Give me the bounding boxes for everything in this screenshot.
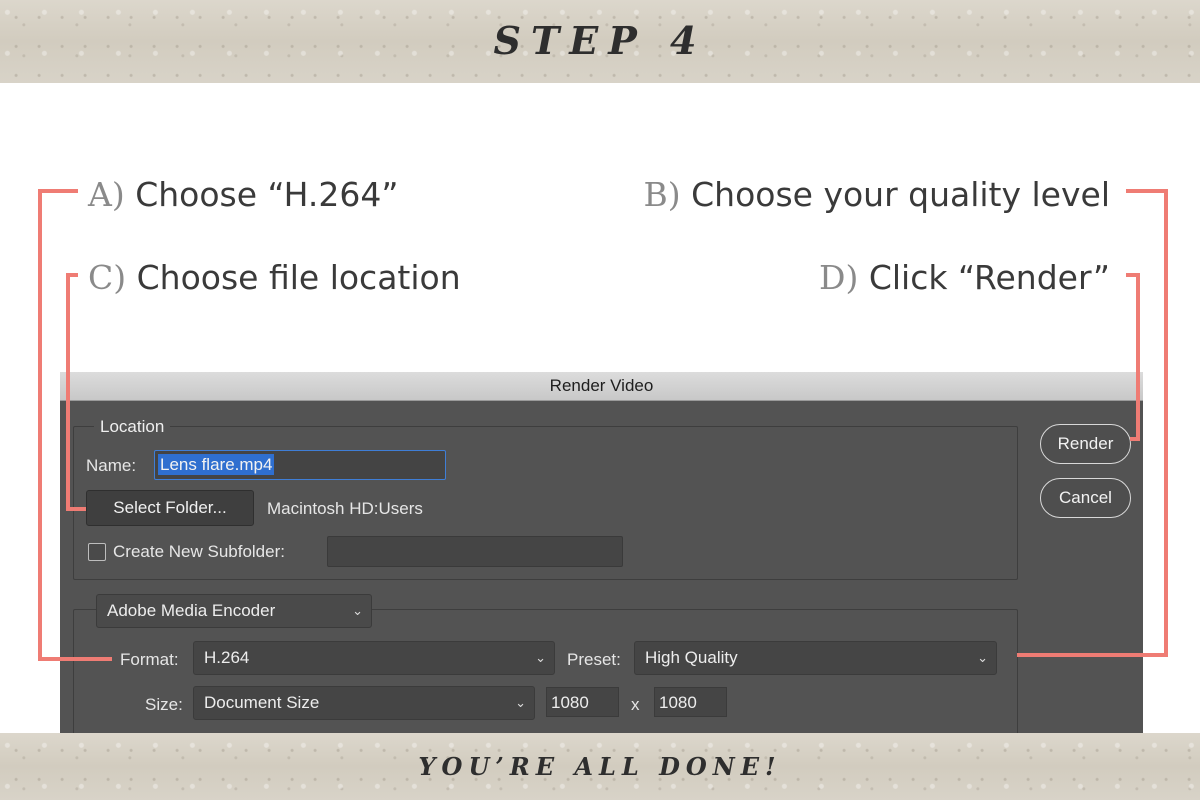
dialog-title: Render Video bbox=[549, 376, 654, 395]
instruction-b-text: Choose your quality level bbox=[691, 175, 1110, 214]
render-button[interactable]: Render bbox=[1040, 424, 1131, 464]
done-text: YOU’RE ALL DONE! bbox=[418, 752, 782, 781]
name-field[interactable]: Lens flare.mp4 bbox=[154, 450, 446, 480]
connector-c-vertical bbox=[66, 273, 70, 511]
chevron-down-icon: ⌄ bbox=[515, 695, 526, 710]
instruction-c-text: Choose file location bbox=[136, 258, 461, 297]
connector-a-bottom bbox=[38, 657, 112, 661]
connector-b-vertical bbox=[1164, 189, 1168, 657]
name-label: Name: bbox=[86, 456, 137, 475]
folder-path: Macintosh HD:Users bbox=[267, 499, 423, 518]
height-field[interactable]: 1080 bbox=[654, 687, 727, 717]
connector-d-bottom bbox=[1130, 437, 1140, 441]
subfolder-field[interactable] bbox=[327, 536, 623, 567]
location-legend: Location bbox=[94, 417, 171, 437]
size-separator: x bbox=[631, 695, 640, 714]
connector-b-bottom bbox=[1017, 653, 1168, 657]
connector-a-vertical bbox=[38, 189, 42, 661]
preset-select[interactable]: High Quality ⌄ bbox=[634, 641, 997, 675]
render-video-dialog: Render Video Location Name: Lens flare.m… bbox=[60, 372, 1143, 751]
encoder-group bbox=[73, 609, 1018, 751]
encoder-select[interactable]: Adobe Media Encoder ⌄ bbox=[96, 594, 372, 628]
chevron-down-icon: ⌄ bbox=[535, 650, 546, 665]
format-select-value: H.264 bbox=[204, 648, 250, 667]
connector-d-top bbox=[1126, 273, 1140, 277]
instruction-d-text: Click “Render” bbox=[868, 258, 1110, 297]
preset-select-value: High Quality bbox=[645, 648, 738, 667]
format-label: Format: bbox=[120, 650, 179, 669]
connector-b-top bbox=[1126, 189, 1168, 193]
connector-c-bottom bbox=[66, 507, 86, 511]
chevron-down-icon: ⌄ bbox=[352, 603, 363, 618]
instruction-d-letter: D) bbox=[818, 258, 859, 297]
preset-label: Preset: bbox=[567, 650, 621, 669]
instruction-a-letter: A) bbox=[88, 175, 125, 214]
instruction-b: B) Choose your quality level bbox=[644, 175, 1111, 215]
encoder-select-value: Adobe Media Encoder bbox=[107, 601, 276, 620]
instruction-c-letter: C) bbox=[88, 258, 127, 297]
dialog-titlebar: Render Video bbox=[60, 372, 1143, 401]
connector-a-top bbox=[38, 189, 78, 193]
create-subfolder-label: Create New Subfolder: bbox=[113, 542, 285, 561]
name-field-value: Lens flare.mp4 bbox=[158, 454, 275, 475]
instruction-c: C) Choose file location bbox=[88, 258, 461, 298]
size-select[interactable]: Document Size ⌄ bbox=[193, 686, 535, 720]
connector-d-vertical bbox=[1136, 273, 1140, 441]
size-select-value: Document Size bbox=[204, 693, 320, 712]
create-subfolder-checkbox[interactable] bbox=[88, 543, 106, 561]
instruction-d: D) Click “Render” bbox=[819, 258, 1110, 298]
cancel-button[interactable]: Cancel bbox=[1040, 478, 1131, 518]
instruction-a: A) Choose “H.264” bbox=[88, 175, 398, 215]
width-field[interactable]: 1080 bbox=[546, 687, 619, 717]
instruction-b-letter: B) bbox=[643, 175, 681, 214]
size-label: Size: bbox=[145, 695, 183, 714]
select-folder-button[interactable]: Select Folder... bbox=[86, 490, 254, 526]
chevron-down-icon: ⌄ bbox=[977, 650, 988, 665]
step-title: STEP 4 bbox=[493, 18, 707, 63]
connector-c-top bbox=[66, 273, 78, 277]
instruction-a-text: Choose “H.264” bbox=[135, 175, 399, 214]
format-select[interactable]: H.264 ⌄ bbox=[193, 641, 555, 675]
